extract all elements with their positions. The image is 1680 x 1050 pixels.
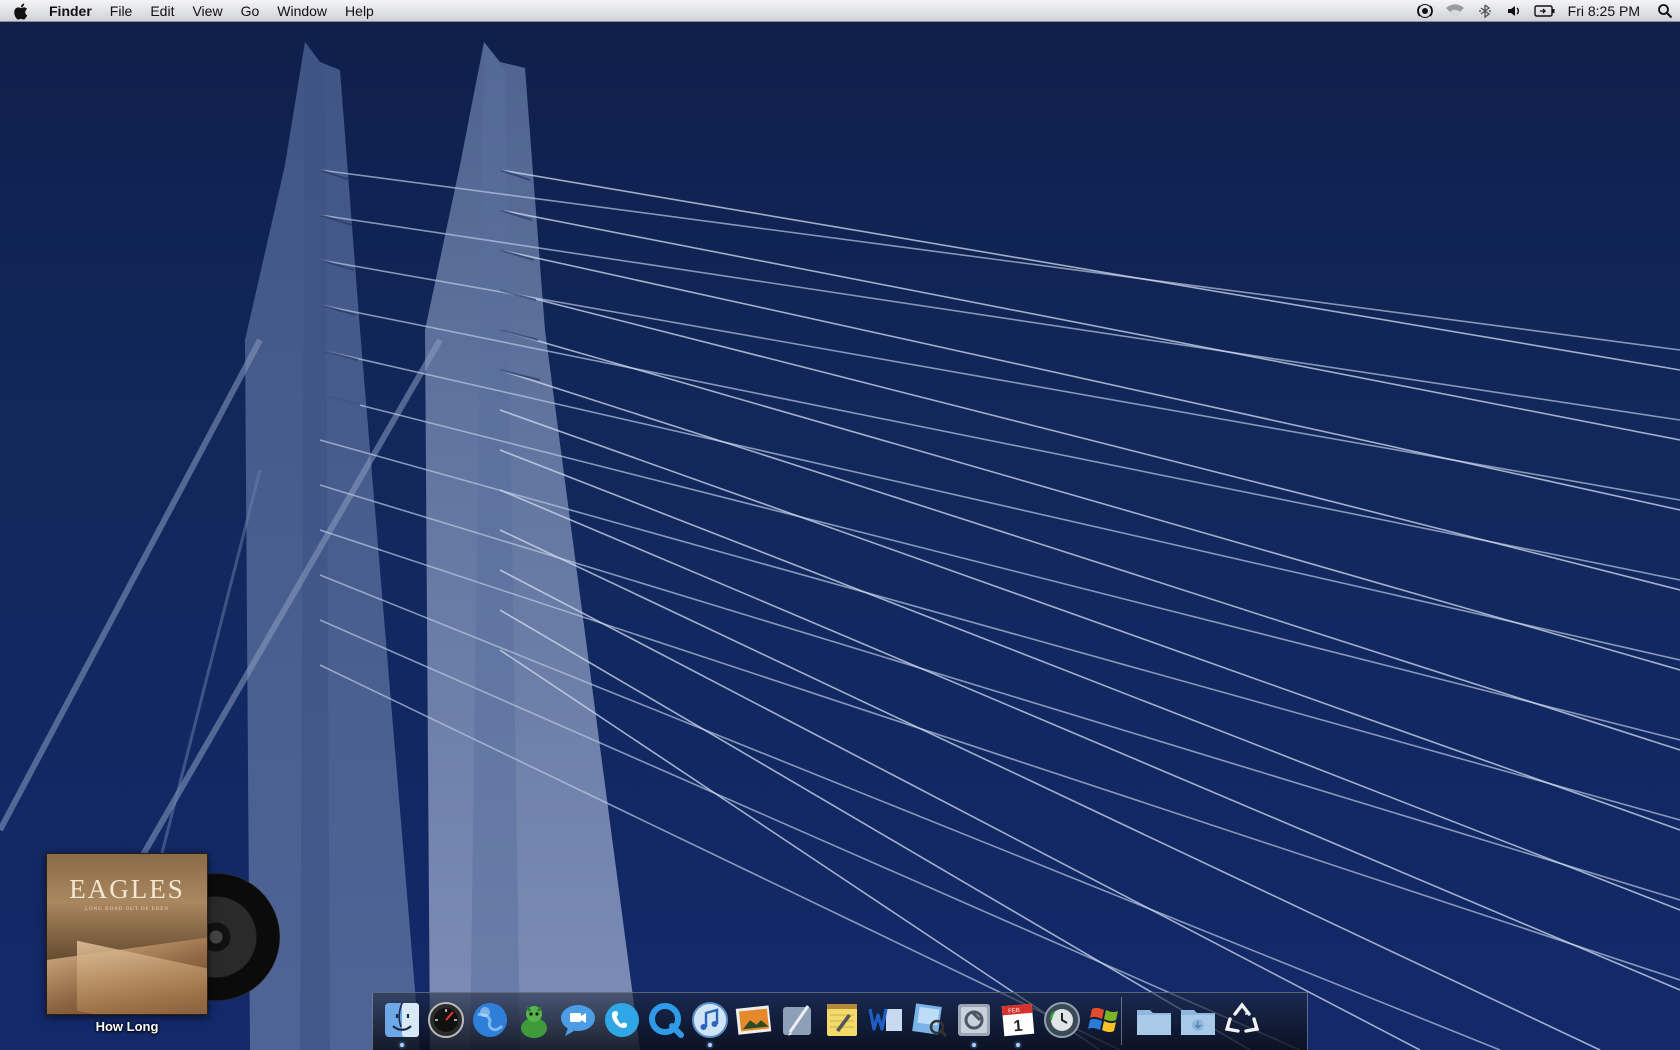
documents-folder-icon — [1137, 1010, 1171, 1035]
trash-recycle-icon — [1224, 1002, 1260, 1033]
itunes-icon — [692, 1002, 728, 1038]
dock-quicktime[interactable] — [645, 999, 687, 1041]
ical-day: 1 — [1013, 1018, 1023, 1036]
dock-preview[interactable] — [909, 999, 951, 1041]
running-indicator — [400, 1043, 404, 1047]
dock-separator — [1121, 997, 1122, 1045]
system-preferences-icon — [958, 1004, 990, 1036]
dock-iphoto[interactable] — [733, 999, 775, 1041]
wifi-icon[interactable] — [1440, 0, 1470, 22]
dock-finder[interactable] — [381, 999, 423, 1047]
album-band-name: EAGLES — [69, 874, 185, 904]
dock-word[interactable] — [865, 999, 907, 1041]
menubar-clock[interactable]: Fri 8:25 PM — [1560, 0, 1650, 22]
volume-icon[interactable] — [1500, 0, 1530, 22]
finder-icon — [385, 1002, 419, 1037]
menu-view[interactable]: View — [183, 0, 231, 22]
dock-notes[interactable] — [821, 999, 863, 1041]
dock-system-preferences[interactable] — [953, 999, 995, 1047]
battery-icon[interactable] — [1530, 0, 1560, 22]
menu-app-name[interactable]: Finder — [40, 0, 101, 22]
ichat-icon — [561, 1005, 595, 1036]
menu-edit[interactable]: Edit — [141, 0, 183, 22]
running-indicator — [708, 1043, 712, 1047]
menu-help[interactable]: Help — [336, 0, 383, 22]
quicktime-icon — [649, 1003, 684, 1038]
skype-icon — [605, 1003, 639, 1037]
dock-documents-stack[interactable] — [1133, 999, 1175, 1041]
time-machine-icon — [1044, 1002, 1080, 1038]
ical-icon: FEB 1 — [1001, 1003, 1035, 1037]
spotlight-search-icon[interactable] — [1650, 0, 1680, 22]
script-editor-icon — [783, 1005, 811, 1036]
menu-window[interactable]: Window — [268, 0, 336, 22]
dock-ichat[interactable] — [557, 999, 599, 1041]
dashboard-icon — [428, 1002, 464, 1038]
dock-ical[interactable]: FEB 1 — [997, 999, 1039, 1047]
album-cover[interactable]: EAGLES LONG ROAD OUT OF EDEN — [46, 853, 208, 1015]
running-indicator — [972, 1043, 976, 1047]
running-indicator — [1016, 1043, 1020, 1047]
safari-globe-icon — [473, 1003, 507, 1037]
word-icon — [868, 1008, 902, 1031]
dock-dashboard[interactable] — [425, 999, 467, 1041]
dock-time-machine[interactable] — [1041, 999, 1083, 1041]
downloads-folder-icon — [1181, 1010, 1215, 1035]
notes-icon — [827, 1004, 857, 1036]
dock-script-editor[interactable] — [777, 999, 819, 1041]
apple-menu-icon[interactable] — [0, 0, 40, 22]
dock-downloads-stack[interactable] — [1177, 999, 1219, 1041]
dock-skype[interactable] — [601, 999, 643, 1041]
dock-adium[interactable] — [513, 999, 555, 1041]
iphoto-icon — [735, 1005, 772, 1035]
bluetooth-icon[interactable] — [1470, 0, 1500, 22]
windows-boot-camp-icon — [1088, 1007, 1118, 1033]
track-caption: How Long — [95, 1019, 159, 1034]
menu-file[interactable]: File — [101, 0, 142, 22]
dock: FEB 1 — [372, 992, 1308, 1050]
adium-duck-icon — [521, 1006, 547, 1038]
desktop[interactable]: Finder File Edit View Go Window Help Fri… — [0, 0, 1680, 1050]
preview-icon — [912, 1003, 948, 1038]
ical-month: FEB — [1008, 1008, 1020, 1015]
radio-icon[interactable] — [1410, 0, 1440, 22]
dock-trash[interactable] — [1221, 999, 1263, 1041]
menu-go[interactable]: Go — [232, 0, 269, 22]
now-playing-album-widget[interactable]: EAGLES LONG ROAD OUT OF EDEN How Long — [42, 853, 280, 1038]
menu-bar: Finder File Edit View Go Window Help Fri… — [0, 0, 1680, 22]
dock-itunes[interactable] — [689, 999, 731, 1047]
dock-safari[interactable] — [469, 999, 511, 1041]
album-subtitle: LONG ROAD OUT OF EDEN — [85, 907, 169, 912]
